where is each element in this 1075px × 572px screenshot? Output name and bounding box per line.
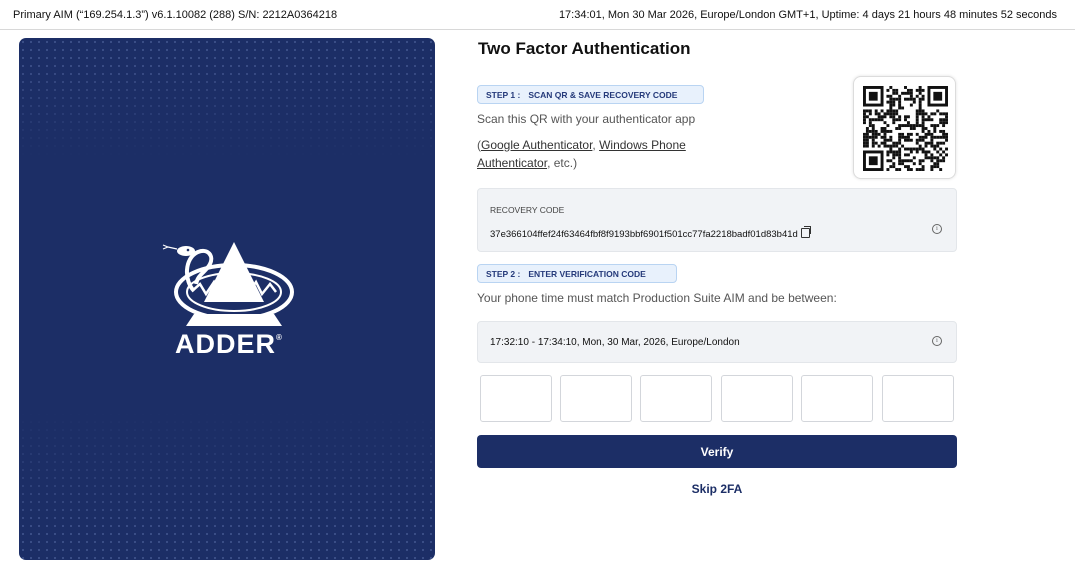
otp-digit-3[interactable]	[640, 375, 712, 422]
time-window-card: 17:32:10 - 17:34:10, Mon, 30 Mar, 2026, …	[477, 321, 957, 363]
recovery-code-card: RECOVERY CODE 37e366104ffef24f63464fbf8f…	[477, 188, 957, 252]
dot-pattern-top	[19, 38, 435, 158]
skip-2fa-link[interactable]: Skip 2FA	[477, 482, 957, 496]
recovery-code-label: RECOVERY CODE	[490, 205, 565, 215]
qr-code-icon	[863, 86, 948, 171]
qr-code-box	[853, 76, 956, 179]
snake-triangle-emblem	[162, 242, 294, 326]
registered-mark: ®	[276, 333, 283, 342]
brand-panel: ADDER®	[19, 38, 435, 560]
step-1-label: SCAN QR & SAVE RECOVERY CODE	[528, 90, 678, 100]
google-authenticator-link[interactable]: Google Authenticator	[481, 138, 592, 152]
logo-text: ADDER	[175, 329, 277, 359]
recovery-code-text: 37e366104ffef24f63464fbf8f9193bbf6901f50…	[490, 229, 798, 240]
phone-time-instruction: Your phone time must match Production Su…	[477, 291, 837, 305]
clock-uptime-info: 17:34:01, Mon 30 Mar 2026, Europe/London…	[558, 9, 1057, 21]
logo-wordmark: ADDER®	[154, 329, 304, 360]
dot-pattern-bottom	[19, 410, 435, 560]
step-1-number: STEP 1 :	[486, 90, 521, 100]
status-bar: Primary AIM (“169.254.1.3”) v6.1.10082 (…	[0, 0, 1075, 30]
time-window-value: 17:32:10 - 17:34:10, Mon, 30 Mar, 2026, …	[490, 337, 740, 348]
recovery-code-value: 37e366104ffef24f63464fbf8f9193bbf6901f50…	[490, 226, 811, 240]
adder-logo: ADDER®	[154, 236, 304, 366]
page-title: Two Factor Authentication	[478, 39, 691, 58]
etc-text: , etc.)	[547, 156, 578, 170]
step-2-badge: STEP 2 : ENTER VERIFICATION CODE	[477, 264, 677, 283]
info-icon[interactable]: i	[932, 336, 942, 346]
copy-icon[interactable]	[800, 226, 811, 238]
otp-digit-4[interactable]	[721, 375, 793, 422]
step-1-badge: STEP 1 : SCAN QR & SAVE RECOVERY CODE	[477, 85, 704, 104]
system-info: Primary AIM (“169.254.1.3”) v6.1.10082 (…	[13, 9, 338, 21]
otp-digit-1[interactable]	[480, 375, 552, 422]
step-2-label: ENTER VERIFICATION CODE	[528, 269, 646, 279]
verify-button[interactable]: Verify	[477, 435, 957, 468]
authenticator-apps-text: (Google Authenticator, Windows Phone Aut…	[477, 136, 717, 172]
step-2-number: STEP 2 :	[486, 269, 521, 279]
otp-digit-2[interactable]	[560, 375, 632, 422]
otp-digit-6[interactable]	[882, 375, 954, 422]
otp-digit-5[interactable]	[801, 375, 873, 422]
info-icon[interactable]: i	[932, 224, 942, 234]
scan-instruction: Scan this QR with your authenticator app	[477, 112, 696, 126]
